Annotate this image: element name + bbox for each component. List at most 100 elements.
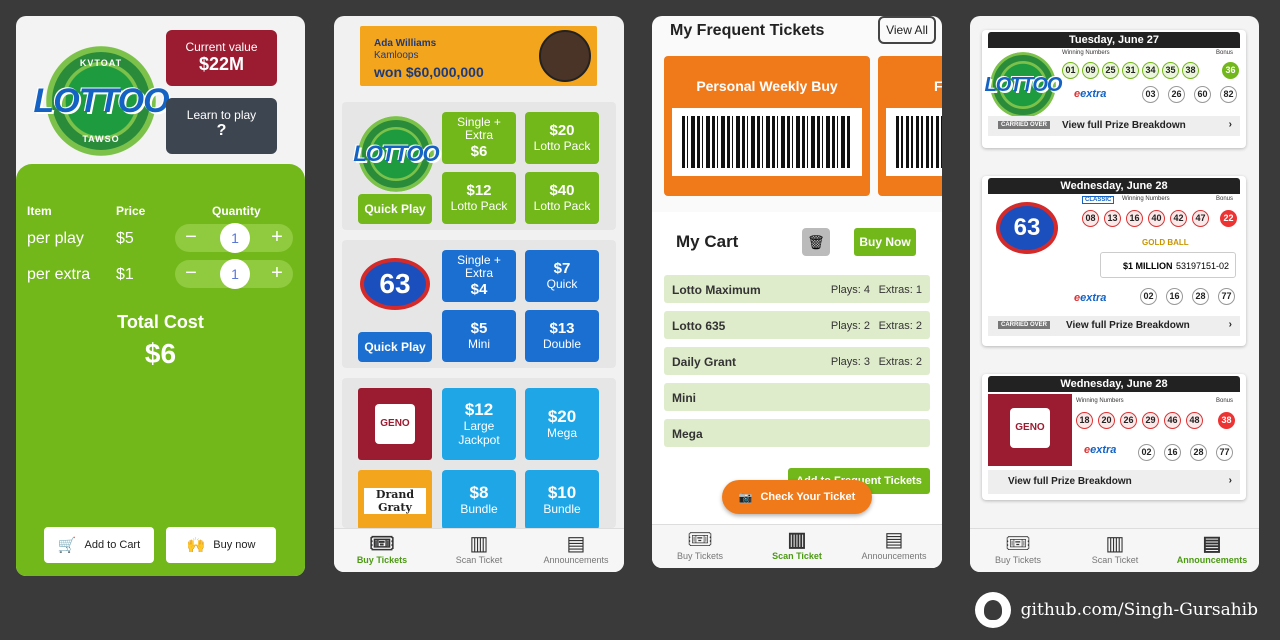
view-all-button[interactable]: View All (878, 16, 936, 44)
result-card: Tuesday, June 27 LOTTOO Winning Numbers … (982, 30, 1246, 148)
extra-number-ball: 02 (1138, 444, 1155, 461)
buy-now-button[interactable]: Buy Now (854, 228, 916, 256)
buy-now-button[interactable]: 🙌 Buy now (166, 527, 276, 563)
keno-tile[interactable]: $8 Bundle (442, 470, 516, 530)
ticket-icon: 🎟 (369, 533, 395, 555)
result-date: Tuesday, June 27 (988, 32, 1240, 48)
keno-tile[interactable]: $20 Mega (525, 388, 599, 460)
nav-announcements[interactable]: ▤ Announcements (528, 533, 624, 565)
news-icon: ▤ (884, 529, 904, 551)
bottom-nav: 🎟 Buy Tickets ▥ Scan Ticket ▤ Announcements (652, 524, 942, 568)
lottoo-tile[interactable]: $20 Lotto Pack (525, 112, 599, 164)
nav-scan-ticket[interactable]: ▥ Scan Ticket (431, 533, 527, 565)
nav-scan-ticket[interactable]: ▥ Scan Ticket (1067, 533, 1163, 565)
winning-number-ball: 18 (1076, 412, 1093, 429)
keno-logo: GENO (988, 394, 1072, 466)
winning-number-ball: 01 (1062, 62, 1079, 79)
lotto63-tile[interactable]: $13 Double (525, 310, 599, 362)
extra-number-ball: 28 (1190, 444, 1207, 461)
lottoo-tile[interactable]: Single + Extra $6 (442, 112, 516, 164)
lotto63-tile[interactable]: Single + Extra $4 (442, 250, 516, 302)
view-prize-button[interactable]: View full Prize Breakdown › (988, 470, 1240, 494)
lottoo-logo: LOTTOO (353, 116, 440, 192)
lottoo-tile[interactable]: $40 Lotto Pack (525, 172, 599, 224)
frequent-ticket-card[interactable]: Personal Weekly Buy (664, 56, 870, 196)
view-prize-button[interactable]: CARRIED OVER View full Prize Breakdown › (988, 316, 1240, 336)
winner-banner[interactable]: Ada Williams Kamloops won $60,000,000 (360, 26, 597, 86)
quantity-value[interactable]: 1 (220, 259, 250, 289)
cart-title: My Cart (676, 232, 739, 251)
nav-announcements[interactable]: ▤ Announcements (1164, 533, 1259, 565)
keno-tile[interactable]: $12 Large Jackpot (442, 388, 516, 460)
cart-item[interactable]: Daily Grant Plays: 3 Extras: 2 (664, 347, 930, 375)
bonus-ball: 38 (1218, 412, 1235, 429)
screen-buy-tickets: Ada Williams Kamloops won $60,000,000 LO… (334, 16, 624, 572)
frequent-ticket-card[interactable]: F (878, 56, 942, 196)
row-item: per extra (27, 266, 91, 283)
winning-number-ball: 42 (1170, 210, 1187, 227)
barcode-icon: ▥ (469, 533, 489, 555)
gold-ball-result: $1 MILLION 53197151-02 (1100, 252, 1236, 278)
daily-grant-logo[interactable]: Drand Graty (358, 470, 432, 530)
news-icon: ▤ (566, 533, 586, 555)
winner-avatar (539, 30, 591, 82)
nav-buy-tickets[interactable]: 🎟 Buy Tickets (334, 533, 430, 565)
chevron-right-icon: › (1228, 119, 1232, 130)
lotto63-group: 63 Quick Play Single + Extra $4 $7 Quick $… (342, 240, 616, 368)
quick-play-button[interactable]: Quick Play (358, 332, 432, 362)
row-price: $1 (116, 266, 134, 283)
winning-number-ball: 09 (1082, 62, 1099, 79)
current-value-card[interactable]: Current value $22M (166, 30, 277, 86)
ticket-icon: 🎟 (1005, 533, 1031, 555)
nav-buy-tickets[interactable]: 🎟 Buy Tickets (970, 533, 1066, 565)
quantity-value[interactable]: 1 (220, 223, 250, 253)
nav-buy-tickets[interactable]: 🎟 Buy Tickets (652, 529, 748, 561)
cart-item[interactable]: Lotto 635 Plays: 2 Extras: 2 (664, 311, 930, 339)
keno-logo[interactable]: GENO (358, 388, 432, 460)
winning-number-ball: 13 (1104, 210, 1121, 227)
nav-scan-ticket[interactable]: ▥ Scan Ticket (749, 529, 845, 561)
winning-number-ball: 20 (1098, 412, 1115, 429)
chevron-right-icon: › (1228, 475, 1232, 486)
cart-item[interactable]: Mini (664, 383, 930, 411)
cart-item[interactable]: Mega (664, 419, 930, 447)
lotto63-tile[interactable]: $7 Quick (525, 250, 599, 302)
decrement-button[interactable]: − (181, 227, 201, 249)
increment-button[interactable]: + (267, 227, 287, 249)
cart-item[interactable]: Lotto Maximum Plays: 4 Extras: 1 (664, 275, 930, 303)
extra-number-ball: 60 (1194, 86, 1211, 103)
quantity-stepper: − 1 + (175, 259, 293, 289)
keno-tile[interactable]: $10 Bundle (525, 470, 599, 530)
extra-logo: eextra (1074, 88, 1107, 100)
learn-to-play-button[interactable]: Learn to play ? (166, 98, 277, 154)
winning-number-ball: 26 (1120, 412, 1137, 429)
nav-announcements[interactable]: ▤ Announcements (846, 529, 942, 561)
extra-number-ball: 16 (1164, 444, 1181, 461)
lottoo-logo: LOTTOO (985, 52, 1062, 118)
lotto63-tile[interactable]: $5 Mini (442, 310, 516, 362)
winning-number-ball: 34 (1142, 62, 1159, 79)
lotto63-logo: 63 (360, 258, 430, 310)
bottom-nav: 🎟 Buy Tickets ▥ Scan Ticket ▤ Announcements (970, 528, 1259, 572)
view-prize-button[interactable]: CARRIED OVER View full Prize Breakdown › (988, 116, 1240, 136)
trash-icon[interactable]: 🗑 (802, 228, 830, 256)
cart-add-icon: 🛒 (57, 537, 77, 554)
decrement-button[interactable]: − (181, 263, 201, 285)
quick-play-button[interactable]: Quick Play (358, 194, 432, 224)
extra-number-ball: 03 (1142, 86, 1159, 103)
extra-number-ball: 77 (1216, 444, 1233, 461)
result-card: Wednesday, June 28 GENO Winning Numbers … (982, 374, 1246, 500)
increment-button[interactable]: + (267, 263, 287, 285)
lottoo-logo: KVTOAT LOTTOO TAWSO (33, 46, 170, 156)
keno-group: GENO Drand Graty $12 Large Jackpot $20 Meg… (342, 378, 616, 530)
camera-icon: 📷 (738, 491, 753, 504)
order-panel: Item Price Quantity per play $5 − 1 + pe… (16, 164, 305, 576)
bonus-ball: 36 (1222, 62, 1239, 79)
github-credit[interactable]: github.com/Singh-Gursahib (974, 592, 1258, 628)
winning-number-ball: 35 (1162, 62, 1179, 79)
check-ticket-button[interactable]: 📷 Check Your Ticket (722, 480, 872, 514)
add-to-cart-button[interactable]: 🛒 Add to Cart (44, 527, 154, 563)
lottoo-tile[interactable]: $12 Lotto Pack (442, 172, 516, 224)
winning-number-ball: 38 (1182, 62, 1199, 79)
winning-number-ball: 08 (1082, 210, 1099, 227)
